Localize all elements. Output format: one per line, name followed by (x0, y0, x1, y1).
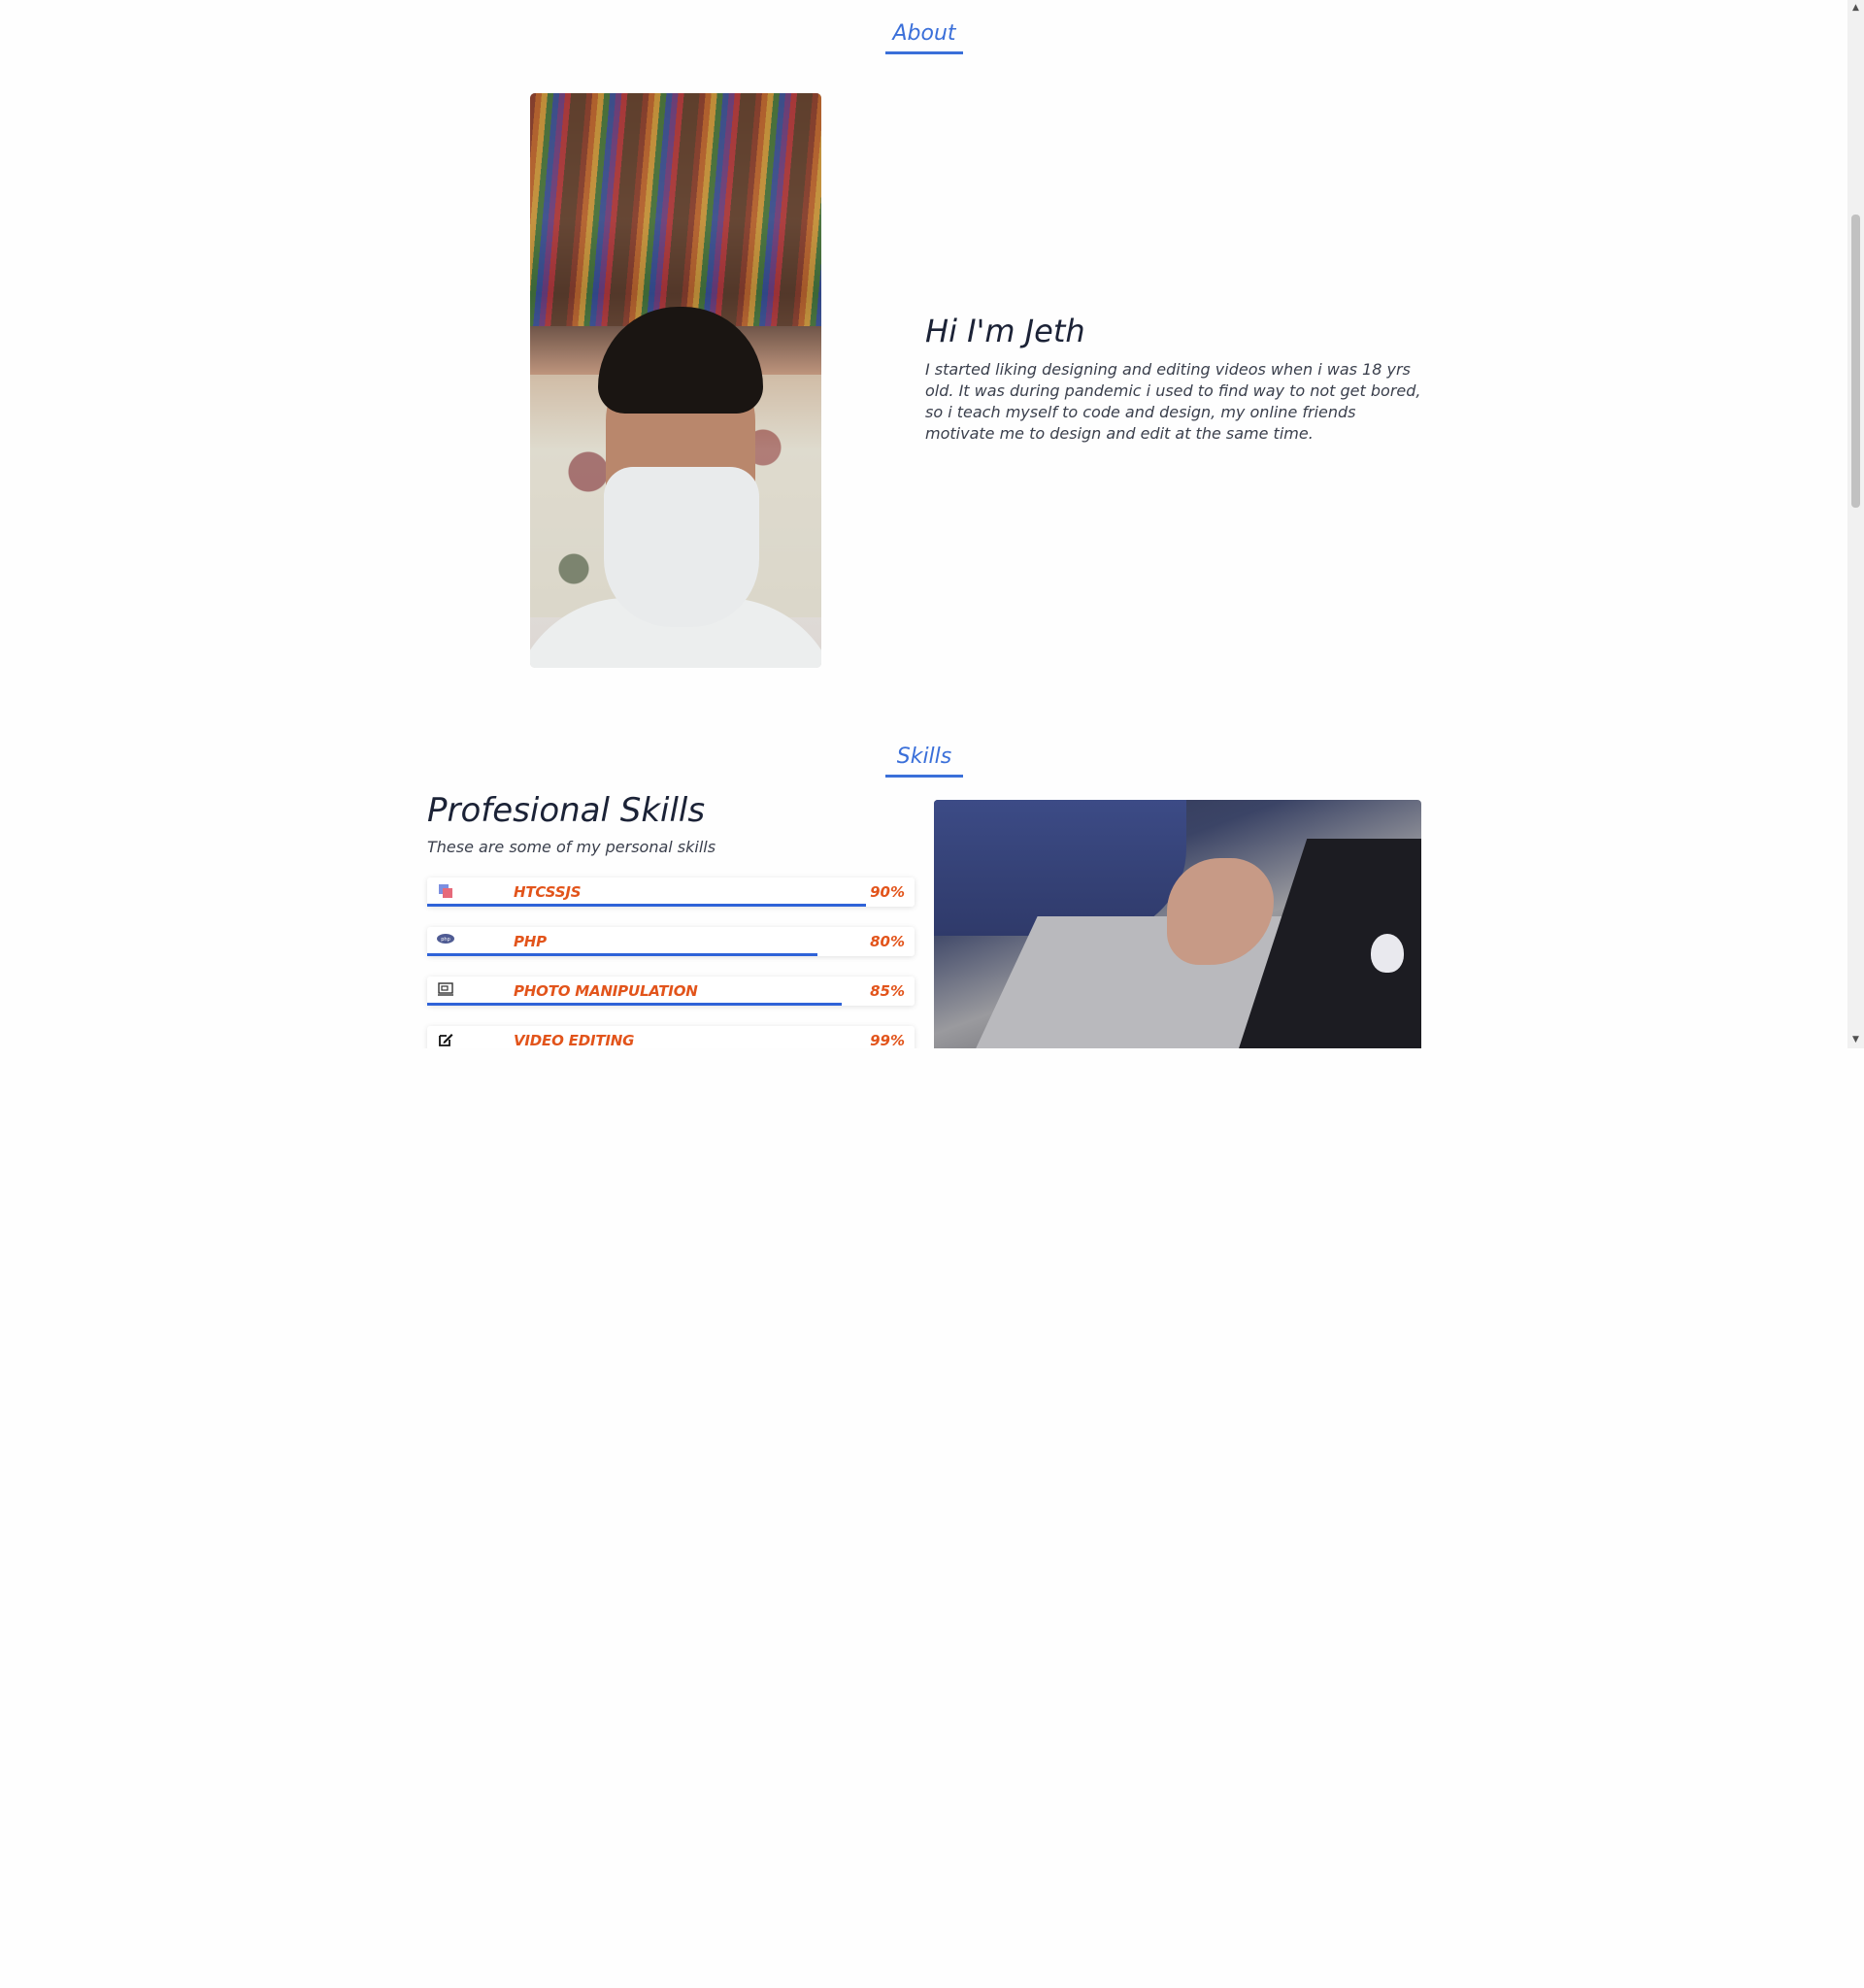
html-css-icon (437, 883, 454, 899)
skills-subheading: These are some of my personal skills (427, 838, 716, 856)
scrollbar-thumb[interactable] (1851, 215, 1860, 508)
skill-percent: 90% (870, 883, 905, 901)
skill-percent: 85% (870, 982, 905, 1000)
svg-text:php: php (441, 937, 450, 943)
profile-photo (530, 93, 821, 668)
skill-name: HTCSSJS (514, 883, 582, 901)
page-scrollbar[interactable]: ▲ ▼ (1847, 0, 1864, 1048)
scroll-down-arrow-icon[interactable]: ▼ (1847, 1032, 1864, 1048)
skill-name: PHOTO MANIPULATION (514, 982, 698, 1000)
skills-heading: Profesional Skills (427, 791, 706, 830)
skill-percent: 80% (870, 933, 905, 950)
photo-face-mask (604, 467, 759, 627)
skill-progress-bar (427, 1003, 842, 1006)
photo-background-yarn (530, 93, 821, 326)
skill-item: VIDEO EDITING 99% (427, 1026, 915, 1048)
skill-name: VIDEO EDITING (514, 1032, 635, 1048)
pencil-edit-icon (437, 1032, 454, 1047)
skill-progress-bar (427, 953, 817, 956)
skill-item: PHOTO MANIPULATION 85% (427, 977, 915, 1006)
about-section-title: About (885, 21, 963, 54)
skill-progress-bar (427, 904, 866, 907)
apple-logo-icon (1371, 934, 1404, 973)
skills-laptop-photo (934, 800, 1421, 1048)
about-description: I started liking designing and editing v… (925, 360, 1421, 443)
skills-section-title: Skills (885, 745, 963, 778)
skill-name: PHP (514, 933, 547, 950)
photo-sleeve (934, 800, 1186, 936)
skill-percent: 99% (870, 1032, 905, 1048)
page-viewport: About Hi I'm Jeth I started liking desig… (0, 0, 1864, 1048)
skill-item: php PHP 80% (427, 927, 915, 956)
scroll-up-arrow-icon[interactable]: ▲ (1847, 0, 1864, 17)
skill-item: HTCSSJS 90% (427, 878, 915, 907)
image-edit-icon (437, 982, 454, 998)
skill-list: HTCSSJS 90% php PHP 80% PHOTO MANIPULATI… (427, 878, 915, 1048)
php-icon: php (437, 933, 454, 948)
about-heading: Hi I'm Jeth (925, 313, 1085, 349)
